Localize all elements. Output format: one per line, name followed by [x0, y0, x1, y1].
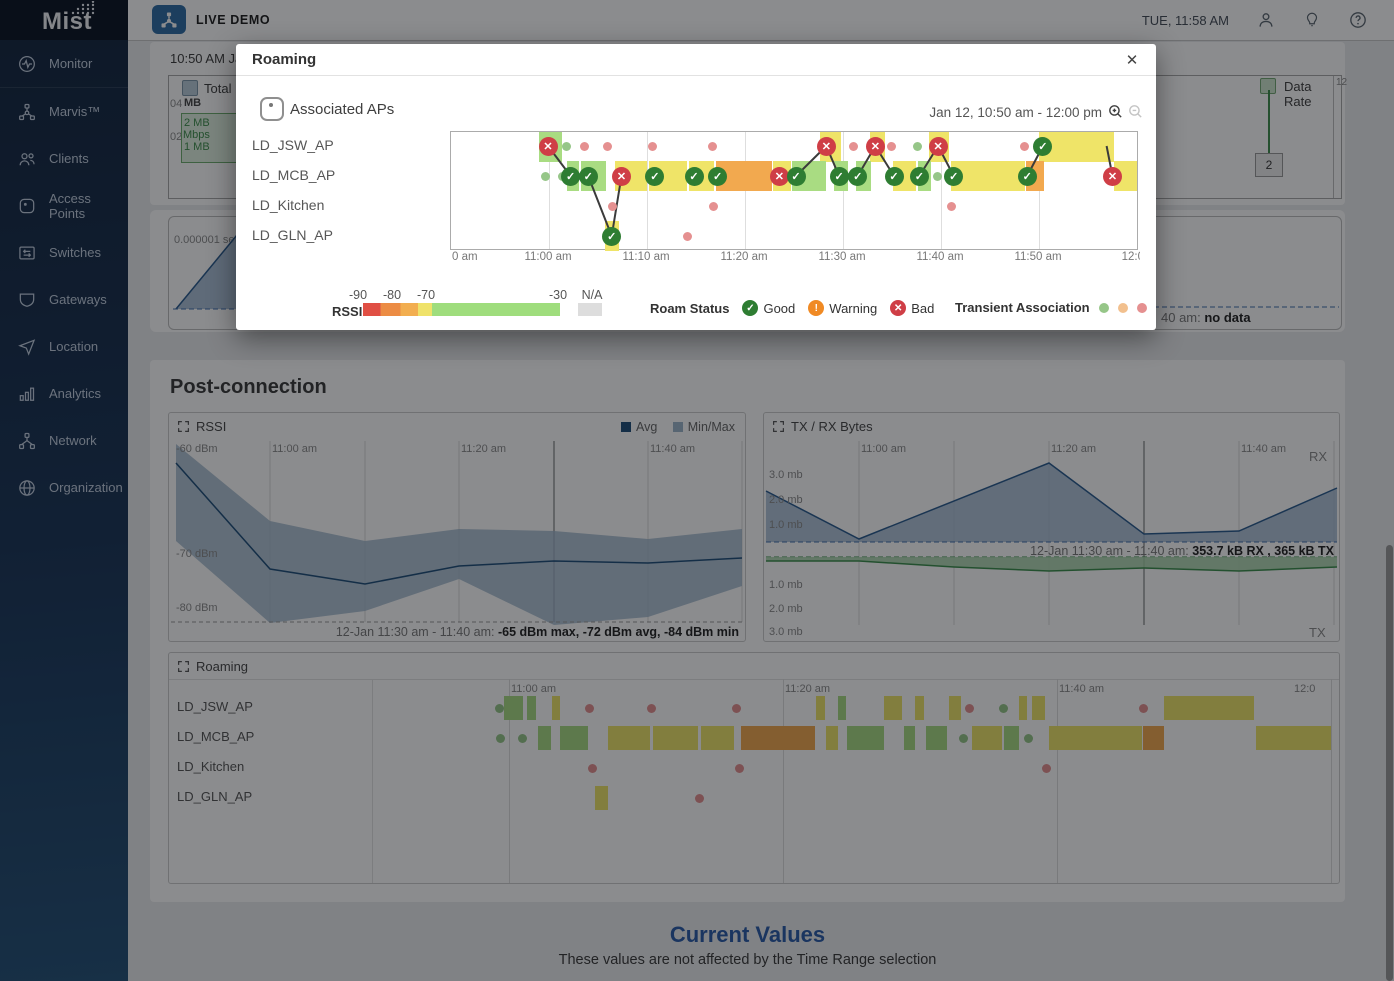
transient-dot: [682, 231, 692, 241]
warning-label: Warning: [829, 300, 878, 316]
roam-good-badge: ✓: [708, 166, 728, 186]
roam-status-legend: Roam Status ✓ Good ! Warning ✕ Bad: [650, 300, 934, 316]
rssi-scale-tick: -30: [548, 288, 568, 302]
transient-title: Transient Association: [955, 300, 1090, 315]
roam-bad-badge: ✕: [1103, 166, 1122, 186]
close-icon[interactable]: ✕: [1120, 48, 1144, 72]
rssi-scale-tick: -70: [416, 288, 436, 302]
transient-dot: [1019, 141, 1029, 151]
transient-dot: [886, 141, 896, 151]
x-tick: 11:50 am: [1014, 251, 1062, 263]
transient-dot: [603, 141, 613, 151]
transient-association-legend: Transient Association: [955, 300, 1147, 315]
roam-bad-badge: ✕: [816, 136, 836, 156]
roam-good-badge: ✓: [684, 166, 704, 186]
rssi-legend-label: RSSI: [332, 304, 363, 319]
transient-dot: [579, 141, 589, 151]
roam-good-badge: ✓: [1033, 136, 1053, 156]
roam-good-badge: ✓: [1017, 166, 1037, 186]
modal-ap-label: LD_JSW_AP: [252, 137, 334, 153]
x-tick: 11:20 am: [720, 251, 768, 263]
roam-bad-badge: ✕: [612, 166, 631, 186]
roam-good-badge: ✓: [645, 166, 665, 186]
rssi-scale-tick: N/A: [581, 288, 603, 302]
transient-dot: [913, 141, 922, 151]
rssi-scale-tick: -90: [348, 288, 368, 302]
modal-title: Roaming: [252, 51, 317, 68]
zoom-out-icon[interactable]: [1127, 103, 1144, 120]
modal-time-range: Jan 12, 10:50 am - 12:00 pm: [929, 105, 1102, 120]
associated-aps-label: Associated APs: [290, 101, 395, 118]
x-tick: 11:30 am: [818, 251, 866, 263]
zoom-in-icon[interactable]: [1107, 103, 1124, 120]
modal-ap-label: LD_GLN_AP: [252, 227, 333, 243]
transient-dot: [709, 201, 719, 211]
transient-dot: [648, 141, 658, 151]
transient-dot: [540, 171, 550, 181]
transient-dot: [947, 201, 957, 211]
roam-good-badge: ✓: [944, 166, 964, 186]
roam-good-badge: ✓: [884, 166, 904, 186]
x-tick: 12:00: [1121, 251, 1140, 263]
warning-badge-icon: !: [808, 300, 825, 316]
x-tick: 0 am: [452, 251, 478, 263]
roam-bad-badge: ✕: [928, 136, 948, 156]
roam-good-badge: ✓: [578, 166, 598, 186]
na-swatch: [578, 303, 602, 316]
roam-good-badge: ✓: [829, 166, 849, 186]
app-root: Mist Monitor Marvis™ Clients Access Points S…: [0, 0, 1394, 981]
roam-bad-badge: ✕: [865, 136, 885, 156]
x-tick: 11:40 am: [916, 251, 964, 263]
x-tick: 11:10 am: [622, 251, 670, 263]
transient-dot: [932, 171, 942, 181]
transient-dot: [608, 201, 618, 211]
access-point-icon: [260, 97, 284, 121]
transient-bad-dot: [1136, 302, 1147, 313]
roam-good-badge: ✓: [786, 166, 806, 186]
roam-good-badge: ✓: [909, 166, 929, 186]
transient-dot: [562, 141, 572, 151]
transient-dot: [708, 141, 718, 151]
roam-status-title: Roam Status: [650, 300, 730, 316]
roam-bad-badge: ✕: [538, 136, 558, 156]
transient-dot: [849, 141, 859, 151]
bad-badge-icon: ✕: [890, 300, 907, 316]
transient-good-dot: [1098, 302, 1109, 313]
modal-ap-label: LD_Kitchen: [252, 197, 325, 213]
roaming-modal: Roaming ✕ Associated APs Jan 12, 10:50 a…: [236, 44, 1156, 330]
roam-bad-badge: ✕: [769, 166, 789, 186]
modal-header: Roaming ✕: [236, 44, 1156, 76]
rssi-gradient-bar: [363, 303, 560, 316]
roaming-timeline-xticks: 0 am 11:00 am 11:10 am 11:20 am 11:30 am 11:4…: [450, 251, 1140, 267]
roam-good-badge: ✓: [602, 226, 622, 246]
modal-ap-label: LD_MCB_AP: [252, 167, 336, 183]
roaming-timeline-plot: ✕ ✕ ✕ ✕ ✓ ✓ ✓ ✕ ✓ ✓ ✓ ✕ ✓ ✓ ✓ ✓ ✓ ✓ ✓ ✕ ✓: [450, 131, 1138, 251]
roaming-legend: RSSI Roam Status ✓ Good ! Warning ✕ Bad Tra…: [236, 284, 1156, 330]
transient-mid-dot: [1117, 302, 1128, 313]
x-tick: 11:00 am: [524, 251, 572, 263]
roam-good-badge: ✓: [561, 166, 581, 186]
bad-label: Bad: [911, 300, 935, 316]
good-badge-icon: ✓: [742, 300, 759, 316]
rssi-scale-tick: -80: [382, 288, 402, 302]
roam-good-badge: ✓: [848, 166, 868, 186]
good-label: Good: [763, 300, 796, 316]
